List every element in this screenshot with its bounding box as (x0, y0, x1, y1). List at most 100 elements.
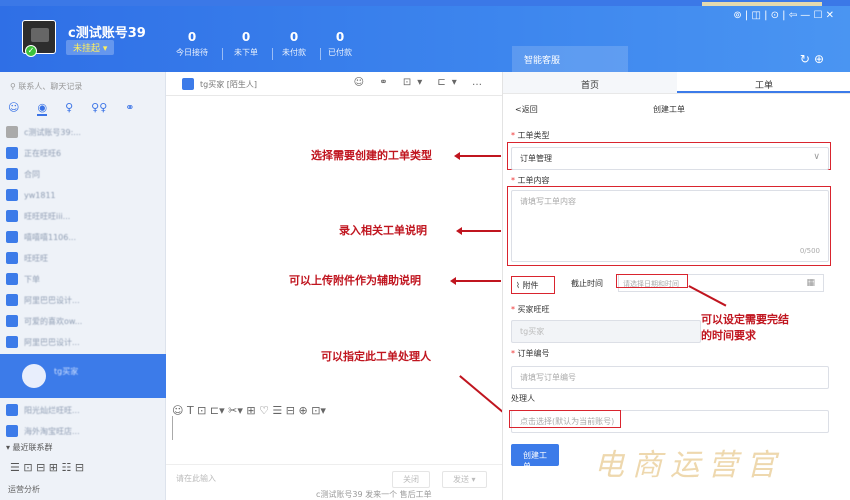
top-decoration (702, 2, 822, 6)
ticket-type-label-text: 工单类型 (517, 131, 550, 140)
order-number-label-text: 订单编号 (517, 349, 550, 358)
list-item[interactable]: 旺旺旺 (0, 248, 166, 268)
order-number-input[interactable]: 请填写订单编号 (511, 366, 829, 389)
annotation-deadline: 可以设定需要完结的时间要求 (701, 313, 789, 342)
stat-divider (222, 48, 223, 60)
list-item[interactable]: 嘻嘻嘻1106... (0, 227, 166, 247)
tab-home[interactable]: 首页 (503, 72, 677, 93)
app-header: ✓ c测试账号39 未挂起 ▾ 0 今日接待 0 未下单 0 未付款 0 已付款… (0, 0, 850, 72)
back-button[interactable]: <返回 (515, 104, 538, 115)
annotation-arrow (450, 277, 501, 284)
stat-unpaid-label: 未付款 (282, 48, 306, 57)
ticket-content-placeholder: 请填写工单内容 (520, 197, 576, 206)
deadline-label: 截止时间 (571, 279, 603, 288)
contact-avatar-icon (6, 189, 18, 201)
list-item[interactable]: 下单 (0, 269, 166, 289)
contact-avatar-icon (6, 425, 18, 437)
list-item[interactable]: 正在旺旺6 (0, 143, 166, 163)
list-item[interactable]: 海外淘宝旺店... (0, 421, 166, 441)
chevron-down-icon: ∨ (813, 152, 820, 162)
chat-input-footer: 请在此输入 关闭 发送 ▾ c测试账号39 发来一个 售后工单 (166, 464, 502, 500)
ticket-panel: 首页 工单 <返回 创建工单 * 工单类型 订单管理 ∨ * 工单内容 请填写工… (502, 72, 850, 500)
analytics-link[interactable]: 运营分析 (8, 484, 40, 495)
panel-tabs: 首页 工单 (503, 72, 850, 94)
close-button[interactable]: 关闭 (392, 471, 430, 488)
ticket-content-label-text: 工单内容 (517, 176, 550, 185)
refresh-add-icon[interactable]: ↻⊕ (800, 52, 828, 66)
annotation-arrow (456, 227, 501, 234)
annotation-arrow (454, 152, 501, 159)
contact-tab-icon[interactable]: ♀ (65, 101, 73, 116)
stat-today[interactable]: 0 今日接待 (176, 30, 208, 58)
contact-name: yw1811 (24, 190, 56, 200)
window-controls[interactable]: ⊚ | ◫ | ⊙ | ⇦ — ☐ ✕ (733, 10, 834, 21)
recent-tab-icon[interactable]: ◉ (37, 101, 48, 116)
page-title: 创建工单 (653, 105, 685, 114)
tab-smart-service[interactable]: 智能客服 (512, 46, 628, 72)
org-tab-icon[interactable]: ⚭ (125, 101, 134, 116)
contact-avatar-icon (6, 294, 18, 306)
stat-unordered-num: 0 (241, 30, 251, 44)
contact-sidebar: ⚲ 联系人、聊天记录 ☺ ◉ ♀ ♀♀ ⚭ c测试账号39:... 正在旺旺6 … (0, 72, 166, 500)
recent-groups-toggle[interactable]: ▾ 最近联系群 (6, 442, 53, 453)
stat-paid-label: 已付款 (328, 48, 352, 57)
list-item[interactable]: 阿里巴巴设计... (0, 290, 166, 310)
tab-ticket[interactable]: 工单 (677, 72, 850, 93)
list-item[interactable]: 合同 (0, 164, 166, 184)
list-item[interactable]: 阳光灿烂旺旺... (0, 400, 166, 420)
stat-today-label: 今日接待 (176, 48, 208, 57)
annotation-ticket-content: 录入相关工单说明 (339, 224, 427, 237)
chat-tools-icons[interactable]: ☺ ⚭ ⊡▾ ⊏▾ … (354, 77, 488, 88)
chat-contact-name: tg买家 [陌生人] (200, 80, 257, 89)
contact-name: 旺旺旺 (24, 253, 48, 263)
stat-unpaid[interactable]: 0 未付款 (282, 30, 306, 58)
contact-name: 阿里巴巴设计... (24, 337, 80, 347)
contact-avatar (22, 364, 46, 388)
chat-input-toolbar[interactable]: ☺ T ⊡ ⊏▾ ✂▾ ⊞ ♡ ☰ ⊟ ⊕ ⊡▾ (172, 404, 498, 417)
sidebar-bottom-toolbar[interactable]: ☰ ⊡ ⊟ ⊞ ☷ ⊟ (0, 456, 166, 478)
ticket-type-value: 订单管理 (520, 154, 552, 163)
list-item[interactable]: yw1811 (0, 185, 166, 205)
create-ticket-button[interactable]: 创建工单 (511, 444, 559, 471)
contact-avatar-icon (6, 126, 18, 138)
ticket-type-label: * 工单类型 (511, 131, 550, 140)
stat-unordered-label: 未下单 (234, 48, 258, 57)
contact-avatar-icon (6, 273, 18, 285)
ticket-type-select[interactable]: 订单管理 ∨ (511, 147, 829, 170)
search-input[interactable]: ⚲ 联系人、聊天记录 (6, 77, 158, 95)
contact-avatar-icon (6, 404, 18, 416)
contact-name: 嘻嘻嘻1106... (24, 232, 76, 242)
highlight-box (616, 274, 688, 288)
contact-avatar-icon (6, 231, 18, 243)
attachment-button[interactable]: ⌇ 附件 (511, 276, 555, 294)
stat-paid-num: 0 (335, 30, 345, 44)
list-item[interactable]: 可爱的喜欢ow... (0, 311, 166, 331)
account-name: c测试账号39 (68, 26, 146, 41)
avatar[interactable]: ✓ (22, 20, 56, 57)
ticket-content-textarea[interactable]: 请填写工单内容 0/500 (511, 190, 829, 262)
contact-name: 旺旺旺旺iii... (24, 211, 71, 221)
contact-name: 阿里巴巴设计... (24, 295, 80, 305)
search-placeholder: 联系人、聊天记录 (18, 82, 83, 91)
stat-unpaid-num: 0 (289, 30, 299, 44)
stat-paid[interactable]: 0 已付款 (328, 30, 352, 58)
list-item[interactable]: 阿里巴巴设计... (0, 332, 166, 352)
stat-divider (320, 48, 321, 60)
group-tab-icon[interactable]: ♀♀ (91, 101, 107, 116)
list-item-active[interactable]: tg买家 (0, 354, 166, 398)
order-number-label: * 订单编号 (511, 349, 550, 358)
account-status-dropdown[interactable]: 未挂起 ▾ (66, 40, 115, 55)
contact-avatar-icon (6, 336, 18, 348)
annotation-attachment: 可以上传附件作为辅助说明 (289, 274, 421, 287)
chat-tab-icon[interactable]: ☺ (8, 101, 19, 116)
send-button[interactable]: 发送 ▾ (442, 471, 487, 488)
handler-label: 处理人 (511, 394, 535, 403)
list-item[interactable]: c测试账号39:... (0, 122, 166, 142)
char-count: 0/500 (799, 247, 820, 255)
list-item[interactable]: 旺旺旺旺iii... (0, 206, 166, 226)
calendar-icon: ▦ (806, 278, 815, 288)
contact-avatar-icon (6, 147, 18, 159)
text-cursor (172, 416, 173, 440)
stat-unordered[interactable]: 0 未下单 (234, 30, 258, 58)
chat-input[interactable]: 请在此输入 (176, 473, 216, 484)
